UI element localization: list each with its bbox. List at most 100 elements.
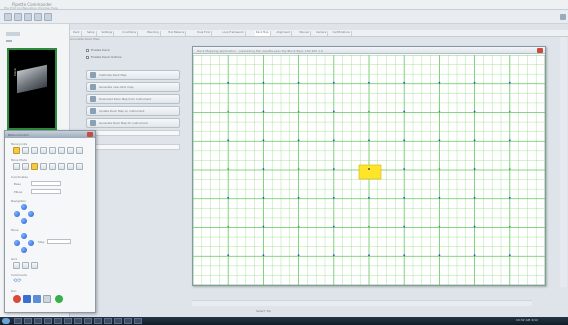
- nav-right-icon[interactable]: [28, 211, 34, 217]
- joint-button-2[interactable]: [22, 147, 29, 154]
- grid-position-marker[interactable]: [262, 196, 265, 199]
- move-down-icon[interactable]: [21, 247, 27, 253]
- grid-position-marker[interactable]: [368, 139, 370, 142]
- grid-position-marker[interactable]: [262, 139, 265, 142]
- mode-button-1[interactable]: [13, 163, 20, 170]
- disk-icon[interactable]: [33, 295, 41, 303]
- grid-position-marker[interactable]: [508, 225, 511, 228]
- close-icon[interactable]: [87, 132, 93, 137]
- mode-button-2[interactable]: [22, 163, 29, 170]
- joint-button-1[interactable]: [13, 147, 20, 154]
- grid-position-marker[interactable]: [227, 139, 230, 142]
- grid-position-marker[interactable]: [368, 110, 370, 113]
- nav-up-icon[interactable]: [21, 204, 27, 210]
- go-icon[interactable]: [55, 295, 63, 303]
- grid-position-marker[interactable]: [403, 168, 406, 170]
- generate-instrument-button[interactable]: Generate Deck Map for instrument: [86, 118, 180, 128]
- grid-position-marker[interactable]: [438, 254, 441, 257]
- grid-position-marker[interactable]: [227, 196, 230, 199]
- mode-button-4[interactable]: [40, 163, 47, 170]
- grid-position-marker[interactable]: [508, 168, 511, 170]
- grid-position-marker[interactable]: [297, 225, 300, 228]
- tab-manual[interactable]: Manual: [298, 31, 311, 36]
- grid-position-marker[interactable]: [332, 196, 335, 199]
- tab-loop-framework[interactable]: Loop Framework: [221, 31, 246, 36]
- taskbar-item-11[interactable]: [114, 318, 122, 324]
- grid-position-marker[interactable]: [332, 110, 335, 113]
- taskbar-item-6[interactable]: [64, 318, 72, 324]
- subtab-bar[interactable]: Annotate Deck Map: [70, 37, 190, 43]
- grid-position-marker[interactable]: [473, 225, 476, 228]
- tab-deck[interactable]: Deck: [72, 31, 82, 36]
- joint-button-7[interactable]: [67, 147, 74, 154]
- subtab-label[interactable]: Annotate Deck Map: [70, 37, 100, 41]
- tab-setup[interactable]: Setup: [86, 31, 97, 36]
- grid-position-marker[interactable]: [438, 225, 441, 228]
- panel-header[interactable]: Motion Control: [5, 131, 95, 138]
- taskbar-item-7[interactable]: [74, 318, 82, 324]
- tab-camera[interactable]: Camera: [315, 31, 329, 36]
- deck-grid[interactable]: [193, 55, 545, 285]
- grid-position-marker[interactable]: [438, 139, 441, 142]
- grid-position-marker[interactable]: [262, 168, 265, 170]
- run-icon[interactable]: [34, 13, 42, 21]
- grid-position-marker[interactable]: [262, 254, 265, 257]
- move-left-icon[interactable]: [14, 240, 20, 246]
- grid-position-marker[interactable]: [368, 254, 370, 257]
- grid-position-marker[interactable]: [403, 254, 406, 257]
- grid-position-marker[interactable]: [438, 196, 441, 199]
- grid-position-marker[interactable]: [473, 139, 476, 142]
- mode-button-8[interactable]: [76, 163, 83, 170]
- grid-position-marker[interactable]: [438, 110, 441, 113]
- grid-position-marker[interactable]: [227, 225, 230, 228]
- close-icon[interactable]: [537, 48, 543, 53]
- taskbar-item-10[interactable]: [104, 318, 112, 324]
- grid-position-marker[interactable]: [227, 254, 230, 257]
- grid-position-marker[interactable]: [332, 168, 335, 170]
- stop-icon[interactable]: [13, 295, 21, 303]
- grid-position-marker[interactable]: [297, 110, 300, 113]
- taskbar-item-12[interactable]: [124, 318, 132, 324]
- joint-button-6[interactable]: [58, 147, 65, 154]
- start-button[interactable]: [2, 318, 10, 324]
- grid-position-marker[interactable]: [403, 81, 406, 84]
- grid-position-marker[interactable]: [297, 168, 300, 170]
- grid-position-marker[interactable]: [508, 254, 511, 257]
- grid-position-marker[interactable]: [262, 81, 265, 84]
- grid-position-marker[interactable]: [297, 81, 300, 84]
- mode-button-3[interactable]: [31, 163, 38, 170]
- tab-dual-error[interactable]: Dual Error: [196, 31, 213, 36]
- calibrate-button[interactable]: Calibrate Deck Map: [86, 70, 180, 80]
- grid-position-marker[interactable]: [403, 139, 406, 142]
- tab-blending[interactable]: Blending: [146, 31, 161, 36]
- joint-button-5[interactable]: [49, 147, 56, 154]
- grid-position-marker[interactable]: [332, 81, 335, 84]
- nav-left-icon[interactable]: [14, 211, 20, 217]
- settings-icon[interactable]: [44, 13, 52, 21]
- grid-position-marker[interactable]: [508, 110, 511, 113]
- grid-position-marker[interactable]: [403, 110, 406, 113]
- grid-position-marker[interactable]: [368, 196, 370, 199]
- grid-position-marker[interactable]: [332, 225, 335, 228]
- grid-position-marker[interactable]: [332, 254, 335, 257]
- x-input[interactable]: [31, 181, 61, 186]
- grid-position-marker[interactable]: [297, 254, 300, 257]
- right-scrollbar[interactable]: [560, 37, 567, 287]
- grid-position-marker[interactable]: [403, 225, 406, 228]
- generate-map-button[interactable]: Generate new deck map: [86, 82, 180, 92]
- taskbar-item-2[interactable]: [24, 318, 32, 324]
- grid-position-marker[interactable]: [227, 81, 230, 84]
- grid-button-3[interactable]: [31, 262, 38, 269]
- download-map-button[interactable]: Download Deck Map from instrument: [86, 94, 180, 104]
- move-up-icon[interactable]: [21, 233, 27, 239]
- grid-position-marker[interactable]: [473, 196, 476, 199]
- grid-position-marker[interactable]: [262, 110, 265, 113]
- taskbar-item-8[interactable]: [84, 318, 92, 324]
- grid-position-marker[interactable]: [368, 81, 370, 84]
- mode-button-7[interactable]: [67, 163, 74, 170]
- grid-position-marker[interactable]: [438, 168, 441, 170]
- y-input[interactable]: [31, 189, 61, 194]
- joint-button-8[interactable]: [76, 147, 83, 154]
- mode-button-6[interactable]: [58, 163, 65, 170]
- taskbar-item-4[interactable]: [44, 318, 52, 324]
